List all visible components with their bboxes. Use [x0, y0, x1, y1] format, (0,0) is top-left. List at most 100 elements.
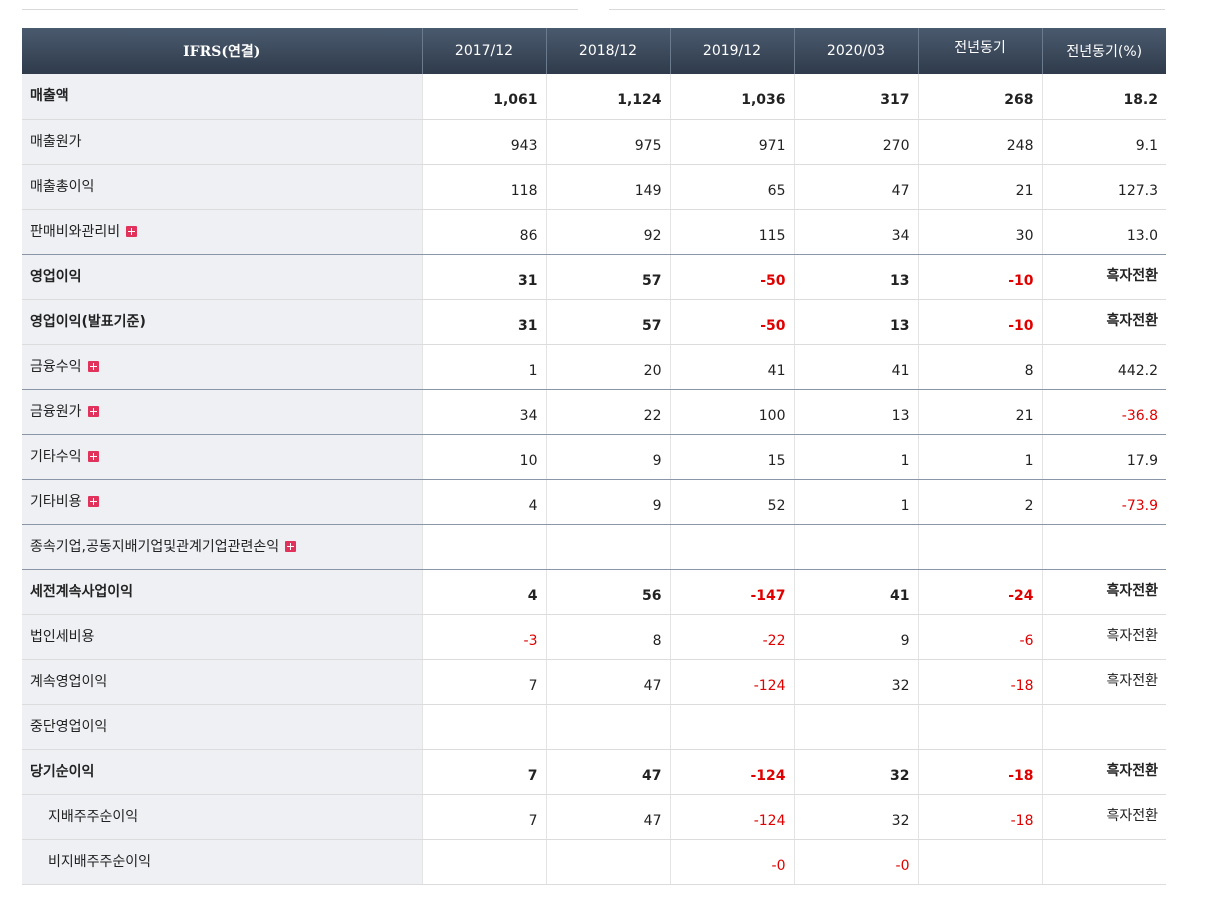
value-cell: 971 [669, 119, 794, 165]
value-cell: 32 [793, 794, 918, 840]
value-cell: 92 [545, 209, 670, 255]
value-cell: 21 [917, 164, 1042, 210]
value-cell [545, 704, 670, 750]
value-cell: 21 [917, 389, 1042, 435]
row-label-cell[interactable]: 기타비용 [22, 479, 422, 525]
row-label-cell: 계속영업이익 [22, 659, 422, 705]
value-cell: 9 [545, 434, 670, 480]
value-cell: 65 [669, 164, 794, 210]
value-cell: 317 [793, 74, 918, 120]
value-cell: 1,036 [669, 74, 794, 120]
row-label-cell: 영업이익(발표기준) [22, 299, 422, 345]
value-cell: 57 [545, 299, 670, 345]
row-label: 영업이익(발표기준) [30, 313, 146, 330]
value-cell: -18 [917, 659, 1042, 705]
value-cell: 17.9 [1041, 434, 1166, 480]
header-2019-12: 2019/12 [669, 28, 794, 74]
value-cell: 1,124 [545, 74, 670, 120]
table-row: 세전계속사업이익 4 56 -147 41 -24 흑자전환 [22, 569, 1166, 615]
row-label-cell[interactable]: 판매비와관리비 [22, 209, 422, 255]
value-cell: -10 [917, 299, 1042, 345]
row-label: 중단영업이익 [30, 718, 108, 735]
value-cell: 248 [917, 119, 1042, 165]
row-label: 당기순이익 [30, 763, 95, 780]
row-label-cell[interactable]: 금융수익 [22, 344, 422, 390]
table-row: 비지배주주순이익 -0 -0 [22, 839, 1166, 885]
header-prev-year-pct: 전년동기(%) [1041, 28, 1166, 74]
value-cell: 41 [793, 569, 918, 615]
value-cell: 9 [545, 479, 670, 525]
row-label-cell: 매출원가 [22, 119, 422, 165]
value-cell: -3 [421, 614, 546, 660]
header-2020-03: 2020/03 [793, 28, 918, 74]
row-label: 법인세비용 [30, 628, 95, 645]
value-cell: 8 [917, 344, 1042, 390]
value-cell [421, 839, 546, 885]
value-cell: -22 [669, 614, 794, 660]
value-cell: -50 [669, 254, 794, 300]
value-cell: -73.9 [1041, 479, 1166, 525]
value-cell: -0 [793, 839, 918, 885]
row-label: 계속영업이익 [30, 673, 108, 690]
value-cell [917, 839, 1042, 885]
value-cell: 흑자전환 [1041, 299, 1166, 345]
table-row: 매출원가 943 975 971 270 248 9.1 [22, 119, 1166, 165]
value-cell: 1 [793, 479, 918, 525]
value-cell [545, 524, 670, 570]
row-label-cell[interactable]: 금융원가 [22, 389, 422, 435]
value-cell: -36.8 [1041, 389, 1166, 435]
row-label: 세전계속사업이익 [30, 583, 134, 600]
value-cell [669, 524, 794, 570]
value-cell: 4 [421, 569, 546, 615]
value-cell: 47 [545, 659, 670, 705]
value-cell [917, 524, 1042, 570]
value-cell: 8 [545, 614, 670, 660]
expand-plus-icon[interactable] [285, 540, 297, 552]
table-row: 금융수익 1 20 41 41 8 442.2 [22, 344, 1166, 390]
value-cell: 1 [421, 344, 546, 390]
top-divider-left [22, 9, 578, 10]
value-cell [1041, 704, 1166, 750]
value-cell: 41 [669, 344, 794, 390]
row-label-cell: 법인세비용 [22, 614, 422, 660]
value-cell: 흑자전환 [1041, 569, 1166, 615]
row-label: 기타수익 [30, 448, 82, 465]
value-cell: 975 [545, 119, 670, 165]
table-row: 기타수익 10 9 15 1 1 17.9 [22, 434, 1166, 480]
value-cell: 127.3 [1041, 164, 1166, 210]
table-row: 매출총이익 118 149 65 47 21 127.3 [22, 164, 1166, 210]
table-row: 당기순이익 7 47 -124 32 -18 흑자전환 [22, 749, 1166, 795]
expand-plus-icon[interactable] [126, 225, 138, 237]
table-row: 지배주주순이익 7 47 -124 32 -18 흑자전환 [22, 794, 1166, 840]
expand-plus-icon[interactable] [87, 360, 99, 372]
table-row: 중단영업이익 [22, 704, 1166, 750]
row-label-cell[interactable]: 기타수익 [22, 434, 422, 480]
value-cell: 13 [793, 389, 918, 435]
table-row: 판매비와관리비 86 92 115 34 30 13.0 [22, 209, 1166, 255]
value-cell: 2 [917, 479, 1042, 525]
row-label: 종속기업,공동지배기업및관계기업관련손익 [30, 538, 280, 555]
expand-plus-icon[interactable] [87, 450, 99, 462]
row-label-cell[interactable]: 종속기업,공동지배기업및관계기업관련손익 [22, 524, 422, 570]
value-cell: -124 [669, 749, 794, 795]
value-cell: -18 [917, 794, 1042, 840]
value-cell: 1 [917, 434, 1042, 480]
row-label: 매출액 [30, 88, 69, 104]
value-cell: 31 [421, 254, 546, 300]
value-cell: 47 [545, 794, 670, 840]
value-cell: 13 [793, 299, 918, 345]
row-label: 영업이익 [30, 268, 82, 285]
expand-plus-icon[interactable] [87, 405, 99, 417]
value-cell: 52 [669, 479, 794, 525]
row-label-cell: 매출액 [22, 74, 422, 120]
value-cell: 268 [917, 74, 1042, 120]
expand-plus-icon[interactable] [87, 495, 99, 507]
row-label: 금융수익 [30, 358, 82, 375]
value-cell: 18.2 [1041, 74, 1166, 120]
value-cell: -147 [669, 569, 794, 615]
value-cell: 9 [793, 614, 918, 660]
value-cell: 31 [421, 299, 546, 345]
value-cell: 4 [421, 479, 546, 525]
value-cell: 13 [793, 254, 918, 300]
value-cell: 15 [669, 434, 794, 480]
